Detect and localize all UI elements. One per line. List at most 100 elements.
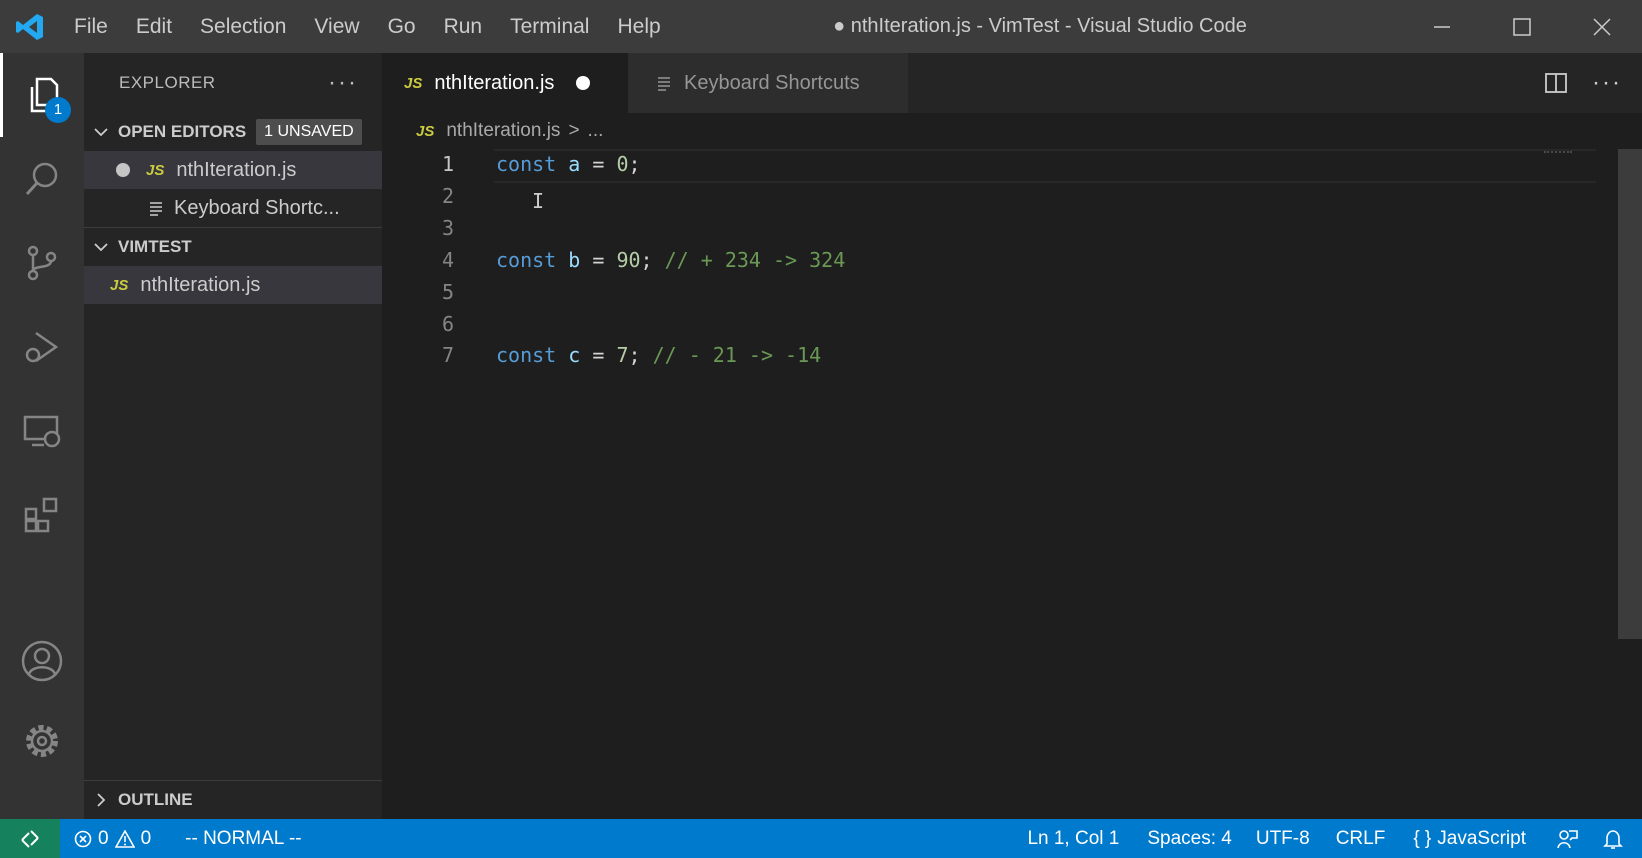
- tab-label: Keyboard Shortcuts: [684, 71, 860, 94]
- close-window-button[interactable]: [1562, 0, 1642, 53]
- menu-go[interactable]: Go: [374, 0, 430, 53]
- code-line: 3: [382, 212, 1622, 244]
- search-icon: [25, 162, 58, 196]
- breadcrumb-file[interactable]: nthIteration.js: [446, 120, 560, 142]
- split-editor-icon[interactable]: [1544, 71, 1568, 95]
- activity-remote-explorer[interactable]: [0, 389, 84, 473]
- outline-label: OUTLINE: [118, 790, 193, 809]
- warning-icon: [114, 829, 135, 848]
- vscode-logo-icon: [0, 0, 60, 53]
- code-text: const c = 7; // - 21 -> -14: [496, 343, 822, 367]
- eol-status[interactable]: CRLF: [1322, 828, 1398, 850]
- js-file-icon: JS: [110, 276, 129, 294]
- activity-search[interactable]: [0, 137, 84, 221]
- activity-manage[interactable]: [0, 699, 84, 783]
- code-line: 1 const a = 0;: [382, 148, 1622, 180]
- line-number: 3: [441, 216, 454, 240]
- extensions-icon: [24, 497, 58, 533]
- code-text: const b = 90; // + 234 -> 324: [496, 248, 846, 272]
- file-tree-item[interactable]: JS nthIteration.js: [84, 266, 382, 304]
- code-line: 5: [382, 276, 1622, 308]
- js-file-icon: JS: [404, 74, 423, 92]
- sidebar-title: EXPLORER: [119, 73, 216, 92]
- breadcrumb: JS nthIteration.js > ...: [382, 113, 1642, 149]
- activity-extensions[interactable]: [0, 473, 84, 557]
- code-line: 4 const b = 90; // + 234 -> 324: [382, 244, 1622, 276]
- minimize-button[interactable]: [1402, 0, 1482, 53]
- outline-header[interactable]: OUTLINE: [84, 780, 382, 819]
- tab-nthiteration[interactable]: JS nthIteration.js: [382, 53, 628, 113]
- js-file-icon: JS: [416, 122, 435, 140]
- close-icon: [1593, 17, 1611, 36]
- maximize-button[interactable]: [1482, 0, 1562, 53]
- code-line: 2: [382, 180, 1622, 212]
- code-editor[interactable]: 1 const a = 0; 2 3 4 const b = 90; // + …: [382, 149, 1642, 819]
- menu-file[interactable]: File: [60, 0, 122, 53]
- unsaved-dot-icon[interactable]: [576, 76, 591, 90]
- mouse-text-cursor-icon: I: [532, 189, 545, 213]
- open-editor-label: nthIteration.js: [176, 158, 297, 181]
- warning-count: 0: [140, 827, 152, 849]
- menu-edit[interactable]: Edit: [122, 0, 186, 53]
- menu-help[interactable]: Help: [603, 0, 674, 53]
- window-controls: [1402, 0, 1642, 53]
- code-text: const a = 0;: [496, 152, 641, 176]
- keyboard-shortcuts-icon: [656, 75, 672, 91]
- activity-accounts[interactable]: [0, 619, 84, 703]
- menu-run[interactable]: Run: [430, 0, 497, 53]
- chevron-right-icon: [84, 792, 118, 808]
- keyboard-shortcuts-icon: [84, 200, 164, 216]
- open-editor-item[interactable]: Keyboard Shortc...: [84, 189, 382, 227]
- more-actions-icon[interactable]: ···: [1592, 69, 1622, 97]
- activity-source-control[interactable]: [0, 221, 84, 305]
- bell-icon: [1603, 829, 1623, 849]
- folder-label: VIMTEST: [118, 237, 192, 256]
- activity-run-debug[interactable]: [0, 305, 84, 389]
- unsaved-dot-icon[interactable]: [116, 163, 130, 177]
- status-right: Ln 1, Col 1 Spaces: 4 UTF-8 CRLF { } Jav…: [1015, 828, 1642, 850]
- menu-view[interactable]: View: [300, 0, 373, 53]
- run-debug-icon: [25, 331, 59, 363]
- problems-status[interactable]: 0 0: [60, 828, 163, 850]
- title-bar: File Edit Selection View Go Run Terminal…: [0, 0, 1642, 53]
- notifications-button[interactable]: [1596, 828, 1642, 850]
- language-mode-status[interactable]: { } JavaScript: [1397, 828, 1538, 850]
- minimize-icon: [1434, 25, 1450, 28]
- more-actions-icon[interactable]: ···: [328, 69, 358, 97]
- line-number: 7: [441, 343, 454, 367]
- line-number: 6: [441, 312, 454, 336]
- manage-gear-icon: [26, 725, 58, 757]
- line-number: 5: [441, 280, 454, 304]
- chevron-down-icon: [84, 124, 118, 140]
- feedback-icon: [1557, 829, 1578, 848]
- remote-explorer-icon: [23, 415, 61, 448]
- window-title: ● nthIteration.js - VimTest - Visual Stu…: [833, 15, 1247, 37]
- open-editor-item[interactable]: JS nthIteration.js: [84, 151, 382, 189]
- chevron-down-icon: [84, 239, 118, 255]
- js-file-icon: JS: [146, 161, 165, 179]
- sidebar-header: EXPLORER ···: [84, 53, 382, 113]
- breadcrumb-symbols[interactable]: ...: [588, 120, 604, 142]
- activity-explorer[interactable]: 1: [0, 53, 84, 137]
- remote-indicator[interactable]: [0, 819, 60, 858]
- open-editors-header[interactable]: OPEN EDITORS 1 UNSAVED: [84, 113, 382, 151]
- folder-header[interactable]: VIMTEST: [84, 227, 382, 266]
- feedback-button[interactable]: [1538, 828, 1596, 850]
- braces-icon: { }: [1413, 827, 1432, 849]
- menu-terminal[interactable]: Terminal: [496, 0, 603, 53]
- explorer-badge: 1: [45, 97, 71, 123]
- unsaved-badge: 1 UNSAVED: [256, 119, 362, 145]
- tab-keyboard-shortcuts[interactable]: Keyboard Shortcuts: [628, 53, 908, 113]
- cursor-position-status[interactable]: Ln 1, Col 1: [1015, 828, 1131, 850]
- tab-label: nthIteration.js: [434, 71, 555, 94]
- file-label: nthIteration.js: [140, 273, 261, 296]
- menu-selection[interactable]: Selection: [186, 0, 300, 53]
- editor-tab-bar: JS nthIteration.js Keyboard Shortcuts ··…: [382, 53, 1642, 113]
- encoding-status[interactable]: UTF-8: [1244, 828, 1322, 850]
- code-line: 6: [382, 308, 1622, 340]
- vim-mode-status: -- NORMAL --: [185, 827, 302, 849]
- indentation-status[interactable]: Spaces: 4: [1131, 828, 1244, 850]
- maximize-icon: [1513, 17, 1531, 36]
- explorer-sidebar: EXPLORER ··· OPEN EDITORS 1 UNSAVED JS n…: [84, 53, 382, 819]
- line-number: 2: [441, 184, 454, 208]
